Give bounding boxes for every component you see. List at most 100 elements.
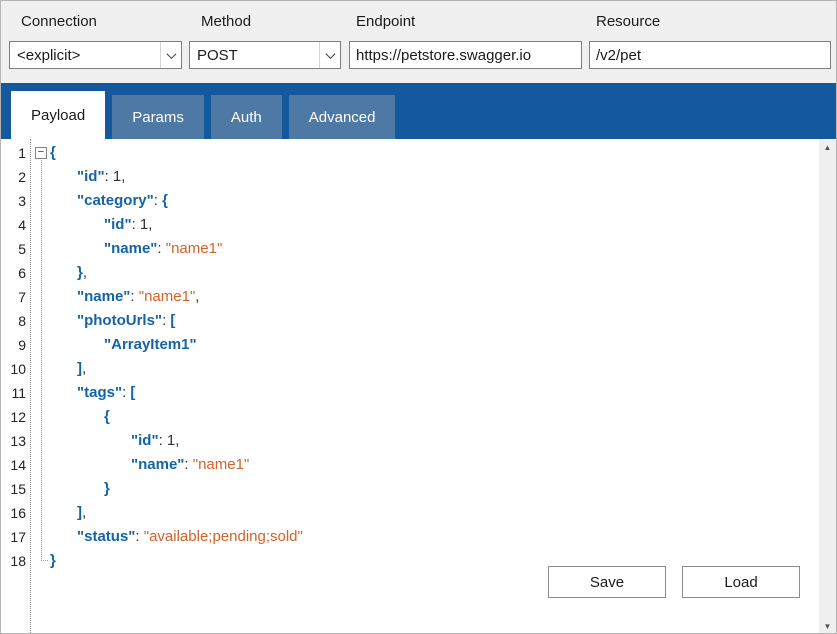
line-number: 16 [1,501,30,525]
resource-label: Resource [596,13,660,30]
json-token-plain: : [154,192,162,209]
connection-header: Connection Method Endpoint Resource <exp… [1,1,836,83]
line-number-gutter: 123456789101112131415161718 [1,139,31,634]
chevron-down-icon [325,49,335,59]
code-line[interactable]: "category": { [31,189,819,213]
json-code-area[interactable]: −{"id": 1,"category": {"id": 1,"name": "… [31,139,819,634]
json-token-plain: : [130,288,138,305]
code-line[interactable]: "id": 1, [31,165,819,189]
code-line[interactable]: "photoUrls": [ [31,309,819,333]
vertical-scrollbar[interactable]: ▲ ▼ [819,139,836,634]
code-line[interactable]: −{ [31,141,819,165]
json-token-str: "available;pending;sold" [144,528,303,545]
line-number: 12 [1,405,30,429]
code-line[interactable]: "name": "name1", [31,285,819,309]
line-number: 9 [1,333,30,357]
json-token-plain: : [157,240,165,257]
load-button[interactable]: Load [682,566,800,598]
json-token-key: "id" [104,216,132,233]
line-number: 14 [1,453,30,477]
json-token-str: "name1" [193,456,250,473]
line-number: 2 [1,165,30,189]
method-label: Method [201,13,251,30]
connection-select[interactable]: <explicit> [9,41,182,69]
connection-select-value: <explicit> [17,47,160,64]
line-number: 17 [1,525,30,549]
code-line[interactable]: { [31,405,819,429]
line-number: 5 [1,237,30,261]
connection-label: Connection [21,13,97,30]
collapse-toggle-icon[interactable]: − [35,147,47,159]
tab-params[interactable]: Params [112,95,204,139]
json-token-num: 1 [113,168,121,185]
line-number: 13 [1,429,30,453]
tab-auth[interactable]: Auth [211,95,282,139]
json-token-plain: : [132,216,140,233]
json-token-plain: : [159,432,167,449]
tab-payload[interactable]: Payload [11,91,105,139]
json-token-key: "ArrayItem1" [104,336,197,353]
json-token-plain: : [105,168,113,185]
json-token-brace: [ [170,312,175,329]
endpoint-input[interactable] [349,41,582,69]
json-token-key: "id" [131,432,159,449]
json-token-plain: : [184,456,192,473]
code-line[interactable]: }, [31,261,819,285]
json-token-str: "name1" [139,288,196,305]
json-token-plain: , [83,264,87,281]
code-line[interactable]: "ArrayItem1" [31,333,819,357]
code-line[interactable]: "name": "name1" [31,453,819,477]
code-line[interactable]: ], [31,357,819,381]
scroll-up-icon[interactable]: ▲ [819,139,836,156]
endpoint-label: Endpoint [356,13,415,30]
connection-dropdown-arrow[interactable] [160,42,181,68]
line-number: 4 [1,213,30,237]
line-number: 3 [1,189,30,213]
json-token-brace: { [104,408,110,425]
tab-advanced[interactable]: Advanced [289,95,396,139]
rest-client-window: Connection Method Endpoint Resource <exp… [0,0,837,634]
json-token-key: "id" [77,168,105,185]
json-token-key: "status" [77,528,135,545]
code-line[interactable]: ], [31,501,819,525]
json-token-plain: , [195,288,199,305]
line-number: 11 [1,381,30,405]
json-token-plain: , [175,432,179,449]
line-number: 7 [1,285,30,309]
scroll-down-icon[interactable]: ▼ [819,618,836,634]
code-line[interactable]: "tags": [ [31,381,819,405]
editor-buttons: Save Load [548,566,800,598]
code-line[interactable]: "id": 1, [31,213,819,237]
json-token-key: "tags" [77,384,122,401]
code-line[interactable]: "id": 1, [31,429,819,453]
line-number: 18 [1,549,30,573]
line-number: 6 [1,261,30,285]
tab-bar: PayloadParamsAuthAdvanced [1,83,836,139]
json-token-brace: { [162,192,168,209]
json-token-str: "name1" [166,240,223,257]
json-token-plain: , [82,504,86,521]
method-dropdown-arrow[interactable] [319,42,340,68]
json-token-key: "photoUrls" [77,312,162,329]
code-line[interactable]: } [31,477,819,501]
line-number: 1 [1,141,30,165]
json-token-key: "name" [104,240,157,257]
save-button[interactable]: Save [548,566,666,598]
json-token-num: 1 [140,216,148,233]
chevron-down-icon [166,49,176,59]
method-select[interactable]: POST [189,41,341,69]
resource-input[interactable] [589,41,831,69]
json-token-key: "category" [77,192,154,209]
line-number: 10 [1,357,30,381]
method-select-value: POST [197,47,319,64]
payload-editor: 123456789101112131415161718 −{"id": 1,"c… [1,139,836,634]
code-line[interactable]: "status": "available;pending;sold" [31,525,819,549]
json-token-key: "name" [77,288,130,305]
json-token-brace: { [50,144,56,161]
json-token-key: "name" [131,456,184,473]
json-token-plain: , [121,168,125,185]
json-token-brace: [ [130,384,135,401]
json-token-plain: : [135,528,143,545]
code-line[interactable]: "name": "name1" [31,237,819,261]
json-token-num: 1 [167,432,175,449]
